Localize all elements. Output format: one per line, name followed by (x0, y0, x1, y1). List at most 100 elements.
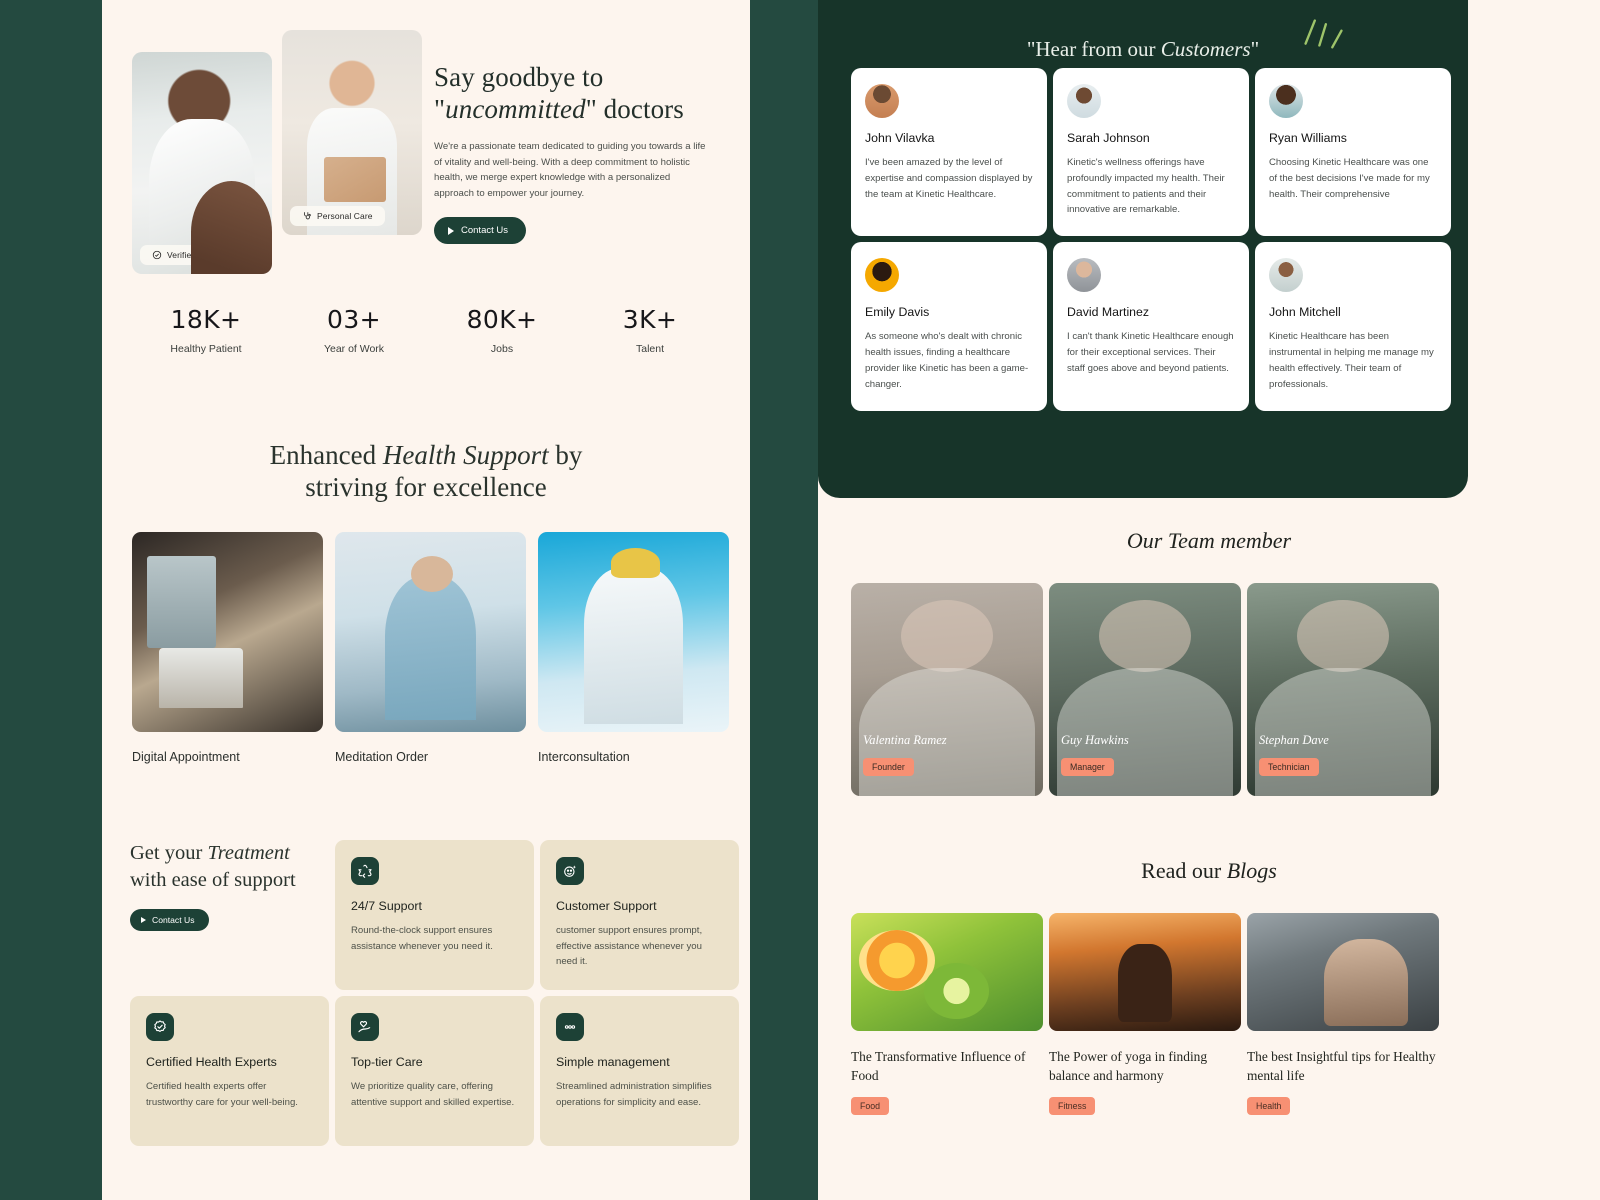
blog-card[interactable]: The best Insightful tips for Healthy men… (1247, 913, 1439, 1116)
hero-image-consultant: Verified Consultant (132, 52, 272, 274)
services-row: Digital Appointment Meditation Order Int… (132, 532, 729, 764)
service-label: Meditation Order (335, 750, 429, 764)
stat-item: 80K+ Jobs (428, 305, 576, 355)
service-card[interactable]: Interconsultation (538, 532, 729, 764)
blog-card[interactable]: The Power of yoga in finding balance and… (1049, 913, 1241, 1116)
team-row: Valentina Ramez Founder Guy Hawkins Mana… (851, 583, 1439, 796)
feature-description: Round-the-clock support ensures assistan… (351, 925, 493, 952)
testimonial-card[interactable]: John Mitchell Kinetic Healthcare has bee… (1255, 242, 1451, 411)
avatar-woman-doctor (1067, 84, 1101, 118)
stat-label: Healthy Patient (170, 343, 242, 355)
blog-image-food (851, 913, 1043, 1031)
testimonial-name: John Mitchell (1269, 305, 1341, 320)
hero-heading: Say goodbye to "uncommitted" doctors (434, 62, 724, 125)
testimonial-name: David Martinez (1067, 305, 1150, 320)
avatar-curly-woman (1269, 84, 1303, 118)
testimonial-card[interactable]: David Martinez I can't thank Kinetic Hea… (1053, 242, 1249, 411)
testimonial-card[interactable]: John Vilavka I've been amazed by the lev… (851, 68, 1047, 237)
testimonial-card[interactable]: Emily Davis As someone who's dealt with … (851, 242, 1047, 411)
feature-card-certified-health-experts[interactable]: Certified Health Experts Certified healt… (130, 996, 329, 1146)
service-label: Digital Appointment (132, 750, 240, 764)
testimonial-text: Kinetic Healthcare has been instrumental… (1269, 331, 1434, 390)
treatment-contact-us-button[interactable]: Contact Us (130, 909, 209, 932)
avatar-woman-yellow-bg (865, 258, 899, 293)
blog-image-mental-health (1247, 913, 1439, 1031)
enhanced-heading: Enhanced Health Support by striving for … (102, 440, 750, 504)
stat-label: Year of Work (323, 343, 385, 355)
right-panel: "Hear from our Customers" John Vilavka I… (818, 0, 1600, 1200)
testimonial-card[interactable]: Sarah Johnson Kinetic's wellness offerin… (1053, 68, 1249, 237)
page-root: Verified Consultant Personal Care Say go… (0, 0, 1600, 1200)
team-member-role-badge: Technician (1259, 758, 1319, 776)
team-member-role-badge: Manager (1061, 758, 1114, 776)
feature-description: Certified health experts offer trustwort… (146, 1081, 298, 1108)
testimonials-heading-emphasis: Customers (1160, 37, 1251, 61)
blog-title: The best Insightful tips for Healthy men… (1247, 1049, 1436, 1084)
hero-heading-line1: Say goodbye to (434, 62, 604, 92)
treatment-heading-emphasis: Treatment (207, 842, 290, 864)
testimonial-text: I can't thank Kinetic Healthcare enough … (1067, 331, 1234, 374)
service-card[interactable]: Meditation Order (335, 532, 526, 764)
blogs-heading-emphasis: Blogs (1226, 858, 1277, 883)
verified-consultant-chip: Verified Consultant (140, 245, 253, 265)
feature-card-top-tier-care[interactable]: Top-tier Care We prioritize quality care… (335, 996, 534, 1146)
treatment-heading-line2: with ease of support (130, 868, 296, 891)
avatar-bearded-man (865, 84, 899, 118)
hero-paragraph: We're a passionate team dedicated to gui… (434, 141, 706, 199)
testimonial-name: John Vilavka (865, 131, 935, 145)
hero-quote-open: " (434, 93, 446, 124)
enhanced-heading-line2: striving for excellence (305, 471, 547, 502)
feature-card-simple-management[interactable]: Simple management Streamlined administra… (540, 996, 739, 1146)
enhanced-heading-emphasis: Health Support (382, 440, 549, 470)
dots-icon (556, 1013, 584, 1041)
hero-contact-us-button[interactable]: Contact Us (434, 217, 526, 245)
stat-value: 18K+ (170, 305, 242, 334)
personal-care-chip: Personal Care (290, 206, 385, 226)
avatar-smiling-doctor (1269, 258, 1303, 293)
blog-tag[interactable]: Fitness (1049, 1097, 1096, 1116)
hero-image-doctor: Personal Care (282, 30, 422, 235)
avatar-older-man-glasses (1067, 258, 1101, 293)
team-card[interactable]: Guy Hawkins Manager (1049, 583, 1241, 796)
feature-card-247-support[interactable]: 24/7 Support Round-the-clock support ens… (335, 840, 534, 990)
team-heading: Our Team member (1126, 528, 1292, 553)
service-image-digital-appointment (132, 532, 323, 732)
feature-card-customer-support[interactable]: Customer Support customer support ensure… (540, 840, 739, 990)
stat-value: 80K+ (466, 305, 538, 334)
feature-title: 24/7 Support (351, 899, 422, 913)
team-card[interactable]: Stephan Dave Technician (1247, 583, 1439, 796)
recycle-icon (351, 857, 379, 885)
team-card[interactable]: Valentina Ramez Founder (851, 583, 1043, 796)
enhanced-heading-pre: Enhanced (269, 440, 383, 470)
enhanced-heading-post: by (548, 440, 583, 470)
hero-contact-us-label: Contact Us (461, 225, 508, 237)
service-image-meditation-order (335, 532, 526, 732)
feature-title: Simple management (556, 1055, 670, 1069)
treatment-heading: Get your Treatment with ease of support (130, 840, 330, 893)
hero-copy: Say goodbye to "uncommitted" doctors We'… (434, 62, 724, 245)
stat-item: 3K+ Talent (576, 305, 724, 355)
stat-value: 03+ (327, 305, 381, 334)
check-badge-icon (146, 1013, 174, 1041)
feature-title: Certified Health Experts (146, 1055, 277, 1069)
verified-consultant-label: Verified Consultant (167, 250, 241, 260)
play-triangle-icon (141, 917, 146, 924)
hero-heading-tail: doctors (596, 93, 684, 124)
blog-tag[interactable]: Health (1247, 1097, 1291, 1116)
feature-title: Customer Support (556, 899, 657, 913)
testimonials-heading-pre: "Hear from our (1026, 37, 1161, 61)
service-card[interactable]: Digital Appointment (132, 532, 323, 764)
treatment-copy: Get your Treatment with ease of support … (130, 840, 330, 932)
testimonial-card[interactable]: Ryan Williams Choosing Kinetic Healthcar… (1255, 68, 1451, 237)
left-panel: Verified Consultant Personal Care Say go… (102, 0, 750, 1200)
testimonials-panel: "Hear from our Customers" John Vilavka I… (818, 0, 1468, 498)
blog-card[interactable]: The Transformative Influence of Food Foo… (851, 913, 1043, 1116)
stats-row: 18K+ Healthy Patient 03+ Year of Work 80… (132, 305, 732, 355)
blog-tag[interactable]: Food (851, 1097, 890, 1116)
testimonial-name: Ryan Williams (1269, 131, 1347, 145)
team-member-role-badge: Founder (863, 758, 914, 776)
play-triangle-icon (448, 226, 454, 235)
feature-title: Top-tier Care (351, 1055, 423, 1069)
testimonials-heading-post: " (1250, 37, 1260, 61)
stat-item: 03+ Year of Work (280, 305, 428, 355)
